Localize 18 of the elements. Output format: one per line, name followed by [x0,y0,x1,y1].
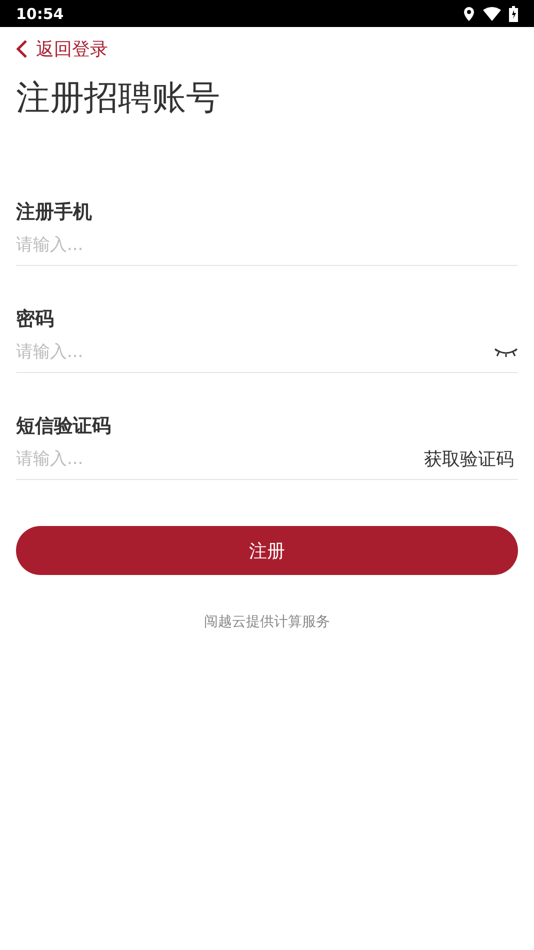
input-field[interactable]: 请输入... [16,449,420,469]
field-label: 注册手机 [16,200,92,225]
field-label: 短信验证码 [16,414,111,439]
back-link[interactable]: 返回登录 [16,37,108,61]
status-time: 10:54 [16,4,64,22]
page-title: 注册招聘账号 [16,77,221,120]
input-field[interactable]: 请输入... [16,342,494,362]
back-label: 返回登录 [36,38,108,61]
field-label: 密码 [16,307,54,332]
footer-text: 闯越云提供计算服务 [204,613,330,631]
battery-icon [509,6,518,22]
location-icon [463,6,475,22]
get-code-button[interactable]: 获取验证码 [420,447,518,471]
input-field[interactable]: 请输入... [16,235,518,255]
back-icon [16,39,28,59]
register-button[interactable]: 注册 [16,526,518,575]
eye-closed-icon[interactable] [494,347,518,357]
wifi-icon [483,6,501,20]
